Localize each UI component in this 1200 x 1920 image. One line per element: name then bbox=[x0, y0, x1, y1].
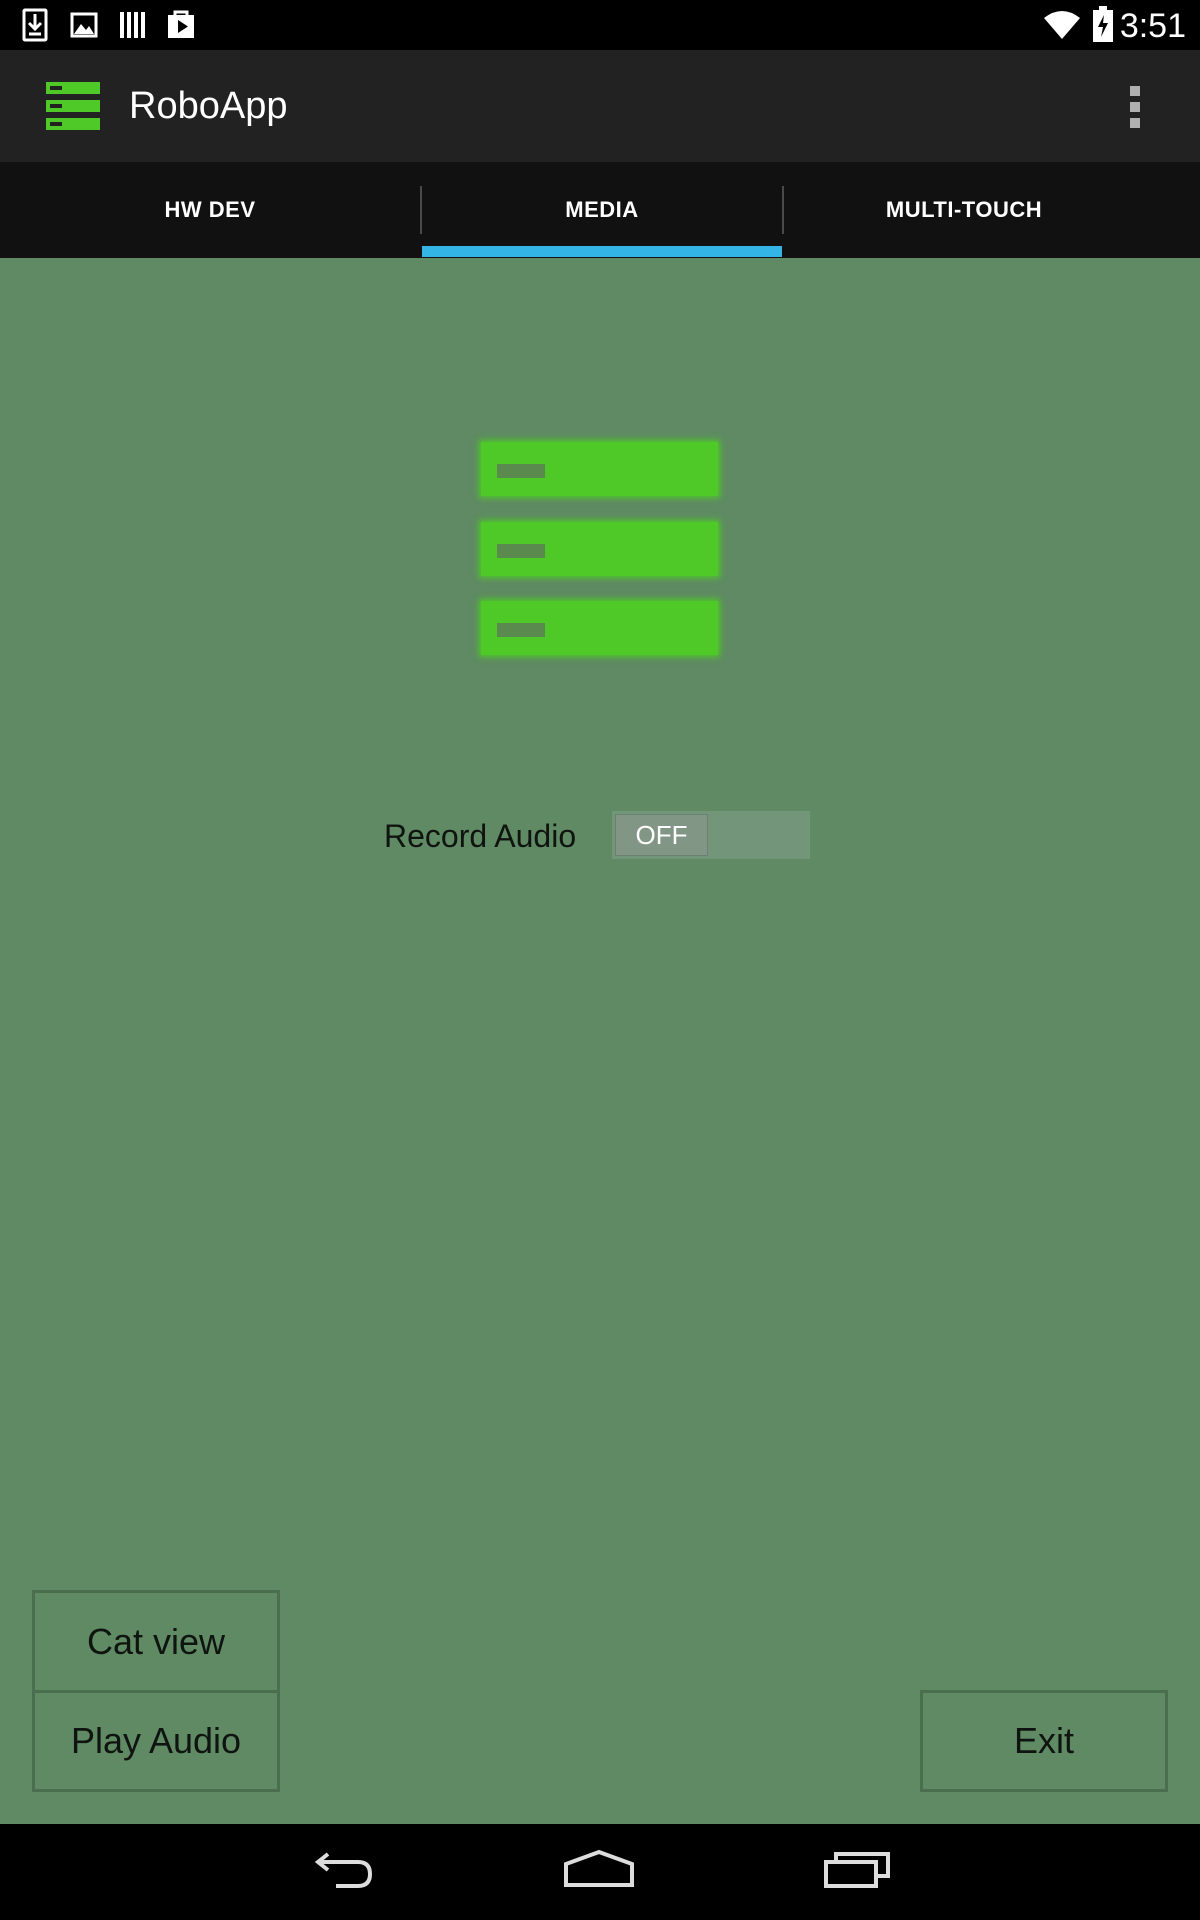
status-time: 3:51 bbox=[1119, 7, 1186, 45]
status-bar: 3:51 bbox=[0, 0, 1200, 50]
media-content: Record Audio OFF Cat view Play Audio Exi… bbox=[0, 258, 1200, 1824]
action-bar: RoboApp bbox=[0, 50, 1200, 162]
exit-button[interactable]: Exit bbox=[920, 1690, 1168, 1792]
cat-view-button[interactable]: Cat view bbox=[32, 1590, 280, 1694]
image-icon bbox=[70, 12, 98, 43]
play-audio-button[interactable]: Play Audio bbox=[32, 1690, 280, 1792]
library-icon bbox=[118, 10, 146, 45]
screen: 3:51 RoboApp HW DEV MEDIA MULTI-TOUCH Re… bbox=[0, 0, 1200, 1920]
download-icon bbox=[22, 8, 48, 47]
tab-bar: HW DEV MEDIA MULTI-TOUCH bbox=[0, 162, 1200, 258]
tab-multi-touch-label: MULTI-TOUCH bbox=[885, 197, 1043, 222]
tab-selected-indicator bbox=[422, 246, 782, 257]
play-store-icon bbox=[166, 8, 196, 45]
home-icon[interactable] bbox=[562, 1848, 636, 1893]
back-icon[interactable] bbox=[306, 1852, 376, 1897]
record-audio-label: Record Audio bbox=[384, 818, 577, 854]
tab-hw-dev[interactable]: HW DEV bbox=[0, 162, 420, 258]
battery-charging-icon bbox=[1092, 6, 1114, 47]
record-audio-switch-thumb: OFF bbox=[615, 814, 708, 856]
recent-apps-icon[interactable] bbox=[822, 1848, 892, 1893]
wifi-icon bbox=[1042, 8, 1082, 45]
record-audio-switch[interactable]: OFF bbox=[612, 811, 810, 859]
overflow-menu-icon[interactable] bbox=[1120, 82, 1152, 134]
tab-media[interactable]: MEDIA bbox=[422, 162, 782, 258]
tab-multi-touch[interactable]: MULTI-TOUCH bbox=[784, 162, 1144, 258]
tab-media-label: MEDIA bbox=[565, 197, 639, 222]
tab-hw-dev-label: HW DEV bbox=[164, 197, 256, 222]
server-stack-icon[interactable] bbox=[46, 82, 100, 135]
app-title: RoboApp bbox=[129, 85, 288, 127]
navigation-bar bbox=[0, 1824, 1200, 1920]
